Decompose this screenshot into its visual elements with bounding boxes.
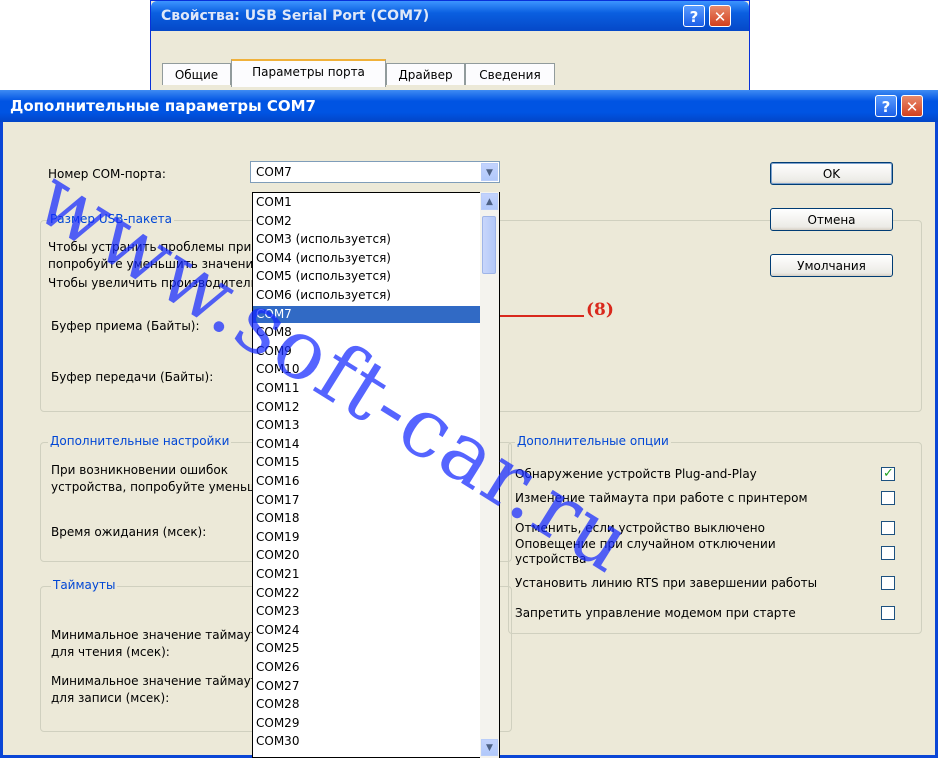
dropdown-item[interactable]: COM22 xyxy=(256,585,299,602)
dropdown-item[interactable]: COM24 xyxy=(256,622,299,639)
dialog-title: Дополнительные параметры COM7 xyxy=(10,97,316,115)
dropdown-item[interactable]: COM26 xyxy=(256,659,299,676)
parent-help-icon[interactable]: ? xyxy=(683,5,705,27)
parent-close-icon[interactable]: ✕ xyxy=(709,5,731,27)
read-timeout-line-1: Минимальное значение таймаута xyxy=(51,628,266,642)
parent-title-bar: Свойства: USB Serial Port (COM7) ? ✕ xyxy=(151,1,749,31)
tab-port-settings[interactable]: Параметры порта xyxy=(231,59,386,87)
close-icon[interactable]: ✕ xyxy=(901,95,923,117)
dropdown-item[interactable]: COM21 xyxy=(256,566,299,583)
com-port-value: COM7 xyxy=(256,165,292,179)
latency-label: Время ожидания (мсек): xyxy=(51,525,207,539)
dropdown-item[interactable]: COM1 xyxy=(256,194,292,211)
dialog-title-bar: Дополнительные параметры COM7 ? ✕ xyxy=(0,90,938,122)
tx-buffer-label: Буфер передачи (Байты): xyxy=(51,370,214,384)
timeouts-group-label: Таймауты xyxy=(51,578,118,592)
checkmark-icon: ✓ xyxy=(883,466,894,481)
ok-button[interactable]: OK xyxy=(770,162,893,185)
defaults-button[interactable]: Умолчания xyxy=(770,254,893,277)
dropdown-item[interactable]: COM23 xyxy=(256,603,299,620)
help-icon[interactable]: ? xyxy=(875,95,897,117)
scroll-up-icon[interactable]: ▲ xyxy=(481,193,498,210)
scroll-down-icon[interactable]: ▼ xyxy=(481,739,498,756)
dropdown-item[interactable]: COM16 xyxy=(256,473,299,490)
dropdown-item[interactable]: COM27 xyxy=(256,678,299,695)
annotation-label: (8) xyxy=(586,300,614,320)
chevron-down-icon[interactable]: ▼ xyxy=(481,163,498,181)
option-checkbox-printer[interactable] xyxy=(881,491,895,505)
dropdown-item[interactable]: COM15 xyxy=(256,454,299,471)
dropdown-item[interactable]: COM28 xyxy=(256,696,299,713)
tab-details[interactable]: Сведения xyxy=(465,63,555,85)
dropdown-item[interactable]: COM13 xyxy=(256,417,299,434)
parent-window-title: Свойства: USB Serial Port (COM7) xyxy=(161,8,430,24)
dropdown-item[interactable]: COM25 xyxy=(256,640,299,657)
dropdown-item[interactable]: COM29 xyxy=(256,715,299,732)
tab-driver[interactable]: Драйвер xyxy=(386,63,465,85)
dropdown-item[interactable]: COM2 xyxy=(256,213,292,230)
dropdown-item[interactable]: COM18 xyxy=(256,510,299,527)
dropdown-item[interactable]: COM17 xyxy=(256,492,299,509)
com-port-combobox[interactable]: COM7 ▼ xyxy=(250,161,500,183)
extra-settings-group-label: Дополнительные настройки xyxy=(48,434,232,448)
option-checkbox-pnp[interactable]: ✓ xyxy=(881,466,895,481)
option-checkbox-cancel-off[interactable] xyxy=(881,521,895,535)
dropdown-item[interactable]: COM20 xyxy=(256,547,299,564)
extra-info-line-1: При возникновении ошибок xyxy=(51,463,228,477)
tab-general[interactable]: Общие xyxy=(162,63,231,85)
write-timeout-line-1: Минимальное значение таймаута xyxy=(51,674,266,688)
scrollbar-thumb[interactable] xyxy=(482,216,496,274)
annotation-line xyxy=(500,315,584,317)
cancel-button[interactable]: Отмена xyxy=(770,208,893,231)
dropdown-item[interactable]: COM19 xyxy=(256,529,299,546)
write-timeout-line-2: для записи (мсек): xyxy=(51,691,170,705)
parent-properties-window: Свойства: USB Serial Port (COM7) ? ✕ Общ… xyxy=(150,0,750,93)
dropdown-item[interactable]: COM3 (используется) xyxy=(256,231,391,248)
dropdown-item[interactable]: COM30 xyxy=(256,733,299,750)
read-timeout-line-2: для чтения (мсек): xyxy=(51,645,170,659)
dropdown-item[interactable]: COM4 (используется) xyxy=(256,250,391,267)
option-checkbox-modem[interactable] xyxy=(881,606,895,620)
option-checkbox-surprise-removal[interactable] xyxy=(881,546,895,560)
option-checkbox-rts[interactable] xyxy=(881,576,895,590)
extra-info-line-2: устройства, попробуйте уменьшить xyxy=(51,480,280,494)
dropdown-item[interactable]: COM14 xyxy=(256,436,299,453)
